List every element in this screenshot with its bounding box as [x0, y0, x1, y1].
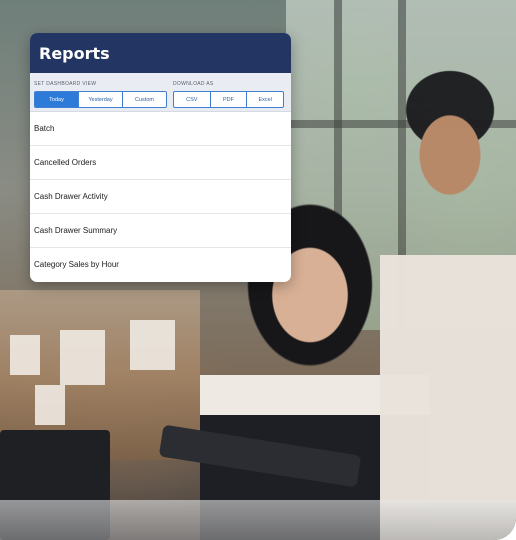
view-custom-button[interactable]: Custom	[122, 92, 166, 107]
note-paper	[60, 330, 105, 385]
report-item-cash-drawer-activity[interactable]: Cash Drawer Activity	[30, 180, 291, 214]
report-item-category-sales-by-hour[interactable]: Category Sales by Hour	[30, 248, 291, 281]
reports-list: Batch Cancelled Orders Cash Drawer Activ…	[30, 112, 291, 281]
download-csv-button[interactable]: CSV	[174, 92, 210, 107]
dashboard-view-label: SET DASHBOARD VIEW	[34, 81, 97, 87]
reports-title: Reports	[39, 43, 110, 63]
reports-card: Reports SET DASHBOARD VIEW Today Yesterd…	[30, 33, 291, 282]
download-pdf-button[interactable]: PDF	[209, 92, 247, 107]
download-excel-button[interactable]: Excel	[246, 92, 283, 107]
note-paper	[35, 385, 65, 425]
background-photo: Reports SET DASHBOARD VIEW Today Yesterd…	[0, 0, 516, 540]
view-today-button[interactable]: Today	[35, 92, 78, 107]
card-header: Reports	[30, 33, 291, 73]
note-paper	[130, 320, 175, 370]
report-item-cash-drawer-summary[interactable]: Cash Drawer Summary	[30, 214, 291, 248]
report-item-cancelled-orders[interactable]: Cancelled Orders	[30, 146, 291, 180]
report-controls: SET DASHBOARD VIEW Today Yesterday Custo…	[30, 73, 291, 112]
dashboard-view-segmented: Today Yesterday Custom	[34, 91, 167, 108]
download-segmented: CSV PDF Excel	[173, 91, 284, 108]
man-figure	[380, 45, 516, 540]
view-yesterday-button[interactable]: Yesterday	[78, 92, 122, 107]
note-paper	[10, 335, 40, 375]
download-as-label: DOWNLOAD AS	[173, 81, 214, 87]
report-item-batch[interactable]: Batch	[30, 112, 291, 146]
counter-surface	[0, 500, 516, 540]
